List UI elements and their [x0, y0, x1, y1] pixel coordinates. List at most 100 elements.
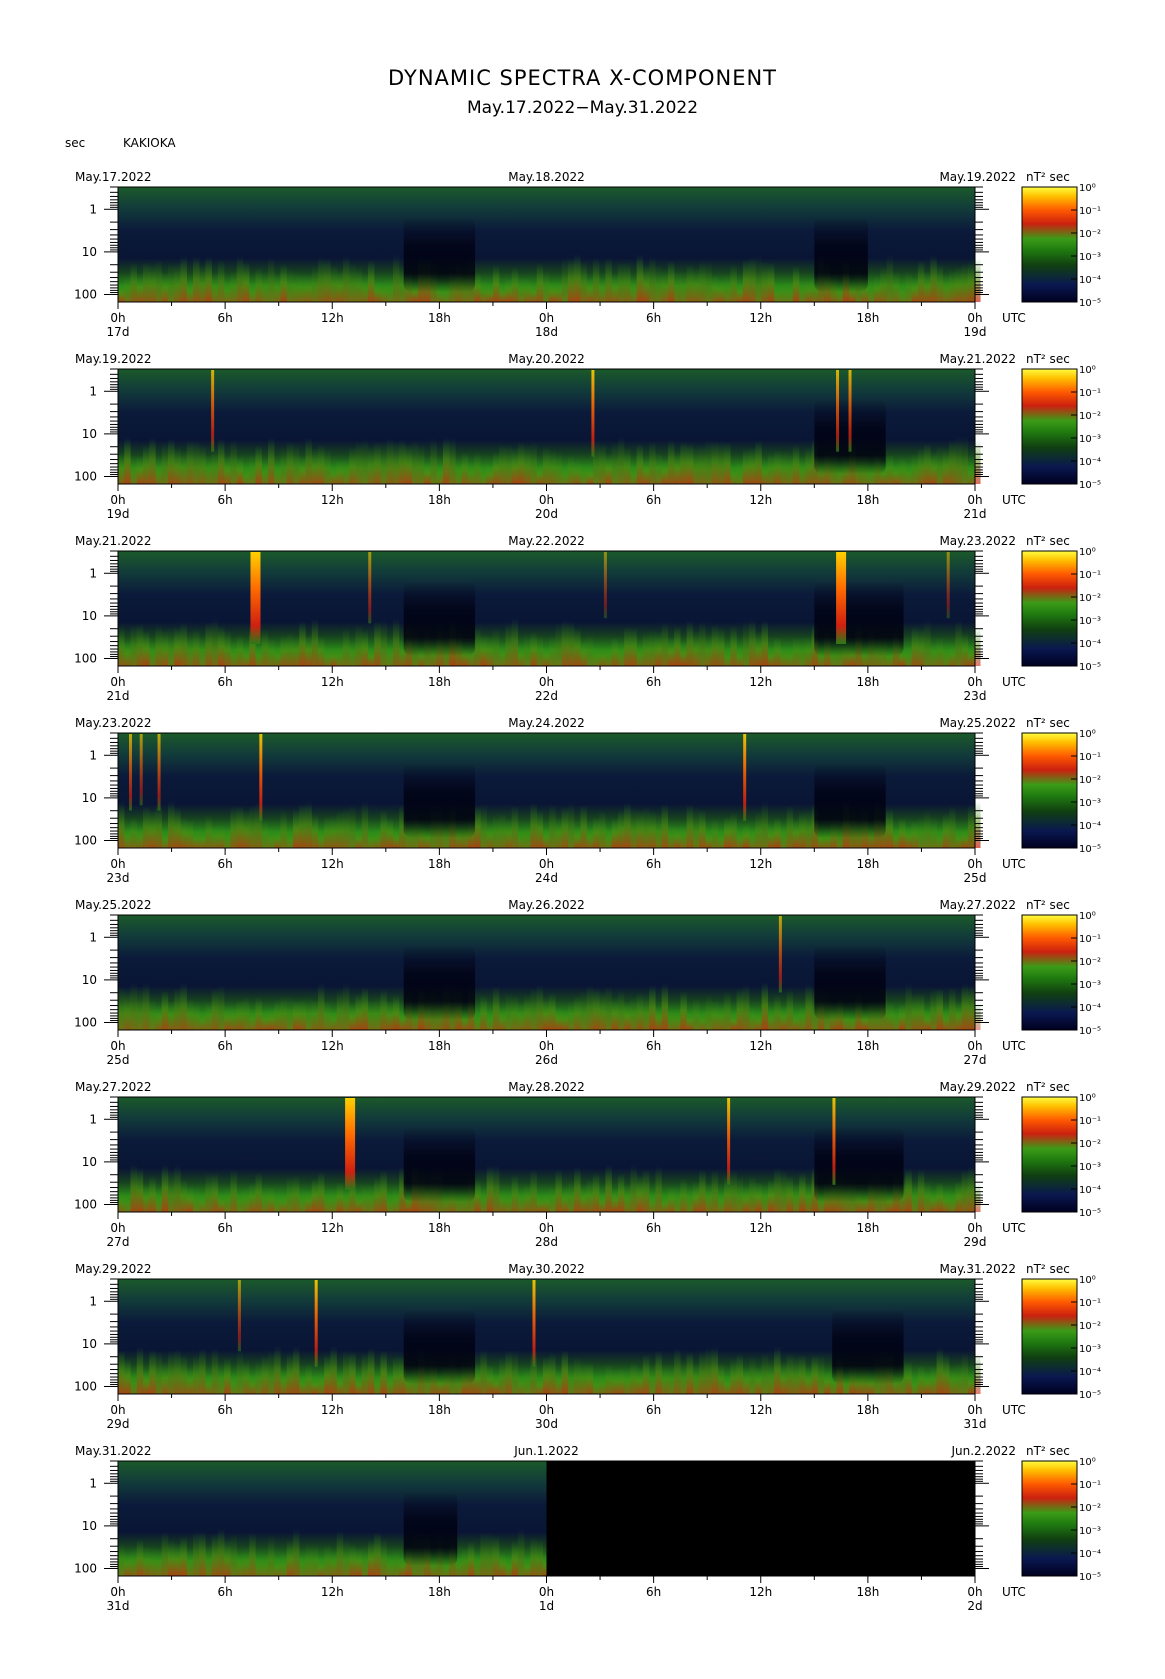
spectral-floor-strip	[824, 1369, 831, 1394]
no-data-region	[546, 1461, 975, 1576]
y-tick-label: 100	[74, 1015, 97, 1029]
spectral-floor-strip	[705, 1347, 712, 1394]
spectral-floor-strip	[392, 254, 400, 302]
spectral-floor-strip	[755, 631, 762, 666]
spectral-floor-strip	[261, 1553, 269, 1576]
spectral-floor-strip	[649, 810, 656, 848]
spectral-floor-strip	[455, 460, 462, 484]
spectral-floor-strip	[692, 807, 700, 848]
spectral-floor-strip	[224, 630, 231, 666]
colorbar-tick-label: 10⁻⁵	[1079, 298, 1101, 309]
spectral-floor-strip	[742, 259, 750, 302]
panel-date-right: Jun.2.2022	[950, 1444, 1016, 1458]
spectral-floor-strip	[155, 1005, 162, 1030]
spectral-floor-strip	[574, 1357, 581, 1394]
spectral-floor-strip	[367, 647, 375, 666]
spectral-floor-strip	[424, 462, 431, 484]
spectral-floor-strip	[336, 989, 344, 1030]
spectral-floor-strip	[386, 279, 394, 302]
spectral-floor-strip	[655, 812, 662, 848]
spectral-floor-strip	[474, 627, 481, 666]
spectral-floor-strip	[499, 812, 506, 848]
spectral-floor-strip	[242, 809, 250, 848]
spectral-floor-strip	[217, 824, 225, 848]
colorbar-tick-label: 10⁻¹	[1079, 388, 1101, 399]
burst-event-streak	[832, 1098, 836, 1185]
spectral-floor-strip	[317, 1171, 325, 1212]
spectral-floor-strip	[374, 1531, 381, 1576]
spectral-floor-strip	[755, 1366, 762, 1394]
spectral-floor-strip	[155, 1187, 162, 1212]
spectral-floor-strip	[617, 1173, 625, 1212]
spectral-floor-strip	[692, 630, 700, 666]
spectral-floor-strip	[749, 447, 756, 484]
spectral-floor-strip	[711, 624, 719, 666]
spectral-floor-strip	[630, 807, 637, 848]
spectral-floor-strip	[367, 1347, 375, 1394]
spectral-floor-strip	[292, 443, 300, 484]
spectral-floor-strip	[549, 803, 556, 848]
spectral-floor-strip	[611, 273, 619, 302]
spectral-floor-strip	[480, 803, 487, 848]
spectral-floor-strip	[242, 262, 250, 302]
spectral-floor-strip	[674, 1008, 681, 1030]
spectral-floor-strip	[330, 1346, 337, 1394]
spectral-floor-strip	[580, 639, 587, 666]
spectral-floor-strip	[749, 619, 756, 666]
spectral-floor-strip	[367, 829, 375, 848]
spectral-floor-strip	[405, 444, 412, 484]
spectral-floor-strip	[949, 269, 956, 302]
spectral-floor-strip	[136, 825, 144, 848]
spectral-floor-strip	[286, 441, 294, 484]
spectral-floor-strip	[349, 1543, 356, 1576]
spectral-floor-strip	[149, 1349, 156, 1394]
spectral-floor-strip	[905, 645, 912, 666]
spectral-floor-strip	[967, 262, 975, 302]
spectral-floor-strip	[186, 819, 194, 848]
spectral-floor-strip	[211, 1173, 219, 1212]
spectral-floor-strip	[305, 274, 312, 302]
spectral-floor-strip	[561, 1187, 569, 1212]
spectral-floor-strip	[767, 1178, 775, 1212]
colorbar	[1021, 186, 1078, 303]
spectral-floor-strip	[967, 1167, 975, 1212]
day-label: 26d	[535, 1053, 558, 1067]
spectral-floor-strip	[174, 626, 181, 666]
spectral-floor-strip	[767, 262, 775, 302]
spectral-floor-strip	[761, 801, 769, 848]
burst-event-streak	[836, 552, 847, 644]
spectral-floor-strip	[205, 815, 212, 848]
spectral-floor-strip	[386, 1000, 394, 1030]
y-tick-label: 100	[74, 1197, 97, 1211]
spectral-floor-strip	[667, 439, 675, 484]
quiet-region	[403, 1127, 476, 1202]
spectral-floor-strip	[555, 1169, 562, 1212]
spectral-floor-strip	[636, 254, 644, 302]
spectral-floor-strip	[605, 257, 612, 302]
spectral-floor-strip	[555, 623, 562, 666]
panel-date-right: May.29.2022	[939, 1080, 1016, 1094]
spectral-floor-strip	[524, 632, 531, 666]
spectral-floor-strip	[767, 1358, 775, 1394]
spectral-floor-strip	[280, 809, 287, 848]
quiet-region	[403, 1491, 458, 1566]
spectral-floor-strip	[180, 982, 187, 1030]
spectral-floor-strip	[792, 818, 800, 848]
spectral-floor-strip	[374, 828, 381, 848]
spectral-floor-strip	[324, 815, 331, 848]
y-tick-label: 10	[82, 245, 97, 259]
spectral-floor-strip	[236, 1551, 244, 1576]
colorbar-tick-label: 10⁻²	[1079, 229, 1101, 240]
spectral-floor-strip	[805, 1367, 812, 1394]
spectral-floor-strip	[961, 264, 969, 302]
spectral-floor-strip	[730, 1011, 737, 1030]
spectral-floor-strip	[167, 801, 175, 848]
spectral-floor-strip	[317, 1557, 325, 1576]
spectral-floor-strip	[142, 1184, 150, 1212]
spectral-floor-strip	[130, 262, 137, 302]
colorbar-tick-label: 10⁻¹	[1079, 570, 1101, 581]
spectral-floor-strip	[549, 1353, 556, 1394]
spectral-floor-strip	[199, 1192, 206, 1212]
spectral-floor-strip	[930, 988, 937, 1030]
spectral-floor-strip	[767, 1006, 775, 1030]
